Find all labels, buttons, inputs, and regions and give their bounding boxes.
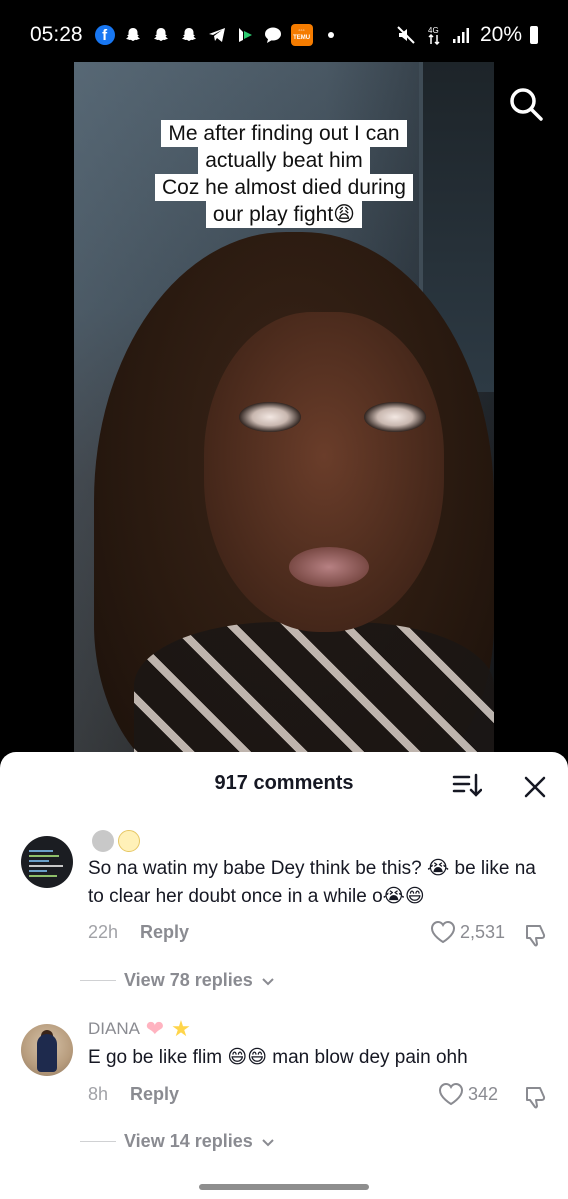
comment-text: E go be like flim 😄😄 man blow dey pain o… <box>88 1047 468 1068</box>
comments-sheet: 917 comments So na watin my babe Dey thi… <box>0 752 568 1199</box>
comment-text: So na watin my babe Dey think be this? 😭… <box>88 858 536 907</box>
comment-username[interactable]: DIANA ❤ ★ <box>88 1018 192 1040</box>
avatar[interactable] <box>21 1024 73 1076</box>
status-bar: 05:28 f ◦◦◦ TEMU 4G 20% <box>0 0 568 70</box>
comment-meta: 8h Reply <box>88 1084 179 1105</box>
heart-emoji-icon: ❤ <box>145 1016 165 1041</box>
message-icon <box>263 25 283 45</box>
pale-face-icon <box>118 830 140 852</box>
reply-button[interactable]: Reply <box>140 922 189 943</box>
comment-time: 8h <box>88 1084 109 1104</box>
video-eye-left <box>239 402 301 432</box>
svg-text:4G: 4G <box>428 26 439 35</box>
battery-icon <box>530 26 538 44</box>
caption-line: actually beat him <box>198 147 370 174</box>
neutral-face-icon <box>92 830 114 852</box>
video-mouth <box>289 547 369 587</box>
divider <box>80 980 116 981</box>
comment-meta: 22h Reply <box>88 922 189 943</box>
avatar[interactable] <box>21 836 73 888</box>
heart-icon <box>438 1082 464 1106</box>
sort-icon[interactable] <box>452 772 482 800</box>
comment-time: 22h <box>88 922 119 942</box>
video-caption: Me after finding out I can actually beat… <box>0 120 568 228</box>
facebook-icon: f <box>94 25 115 45</box>
snapchat-icon <box>123 25 143 45</box>
heart-icon <box>430 920 456 944</box>
dislike-icon[interactable] <box>524 922 550 948</box>
status-left: 05:28 f ◦◦◦ TEMU <box>30 23 341 47</box>
status-right: 4G 20% <box>396 23 538 47</box>
chevron-down-icon <box>262 1138 274 1146</box>
chevron-down-icon <box>262 977 274 985</box>
snapchat-icon <box>179 25 199 45</box>
close-icon[interactable] <box>520 772 550 802</box>
caption-line: Coz he almost died during <box>155 174 413 201</box>
like-count: 2,531 <box>460 921 506 942</box>
telegram-icon <box>207 25 227 45</box>
like-button[interactable]: 342 <box>438 1082 498 1106</box>
comments-count-title: 917 comments <box>214 772 354 794</box>
mute-icon <box>396 25 416 45</box>
view-replies-button[interactable]: View 14 replies <box>80 1131 275 1152</box>
search-icon[interactable] <box>508 86 544 122</box>
home-indicator[interactable] <box>199 1184 369 1190</box>
like-button[interactable]: 2,531 <box>430 920 505 944</box>
like-count: 342 <box>468 1083 499 1104</box>
snapchat-icon <box>151 25 171 45</box>
dot-icon <box>321 25 341 45</box>
caption-line: Me after finding out I can <box>161 120 407 147</box>
signal-icon <box>452 25 472 45</box>
battery-percent: 20% <box>479 23 522 46</box>
reply-button[interactable]: Reply <box>130 1084 179 1105</box>
data-icon: 4G <box>424 25 444 46</box>
caption-line: our play fight😩 <box>205 201 363 228</box>
play-icon <box>235 25 255 45</box>
temu-icon: ◦◦◦ TEMU <box>290 24 313 46</box>
view-replies-button[interactable]: View 78 replies <box>80 970 275 991</box>
divider <box>80 1141 116 1142</box>
star-emoji-icon: ★ <box>171 1016 191 1041</box>
status-time: 05:28 <box>30 23 83 46</box>
video-eye-right <box>364 402 426 432</box>
dislike-icon[interactable] <box>524 1084 550 1110</box>
comment-username[interactable] <box>88 830 140 852</box>
video-clothing <box>134 622 494 762</box>
